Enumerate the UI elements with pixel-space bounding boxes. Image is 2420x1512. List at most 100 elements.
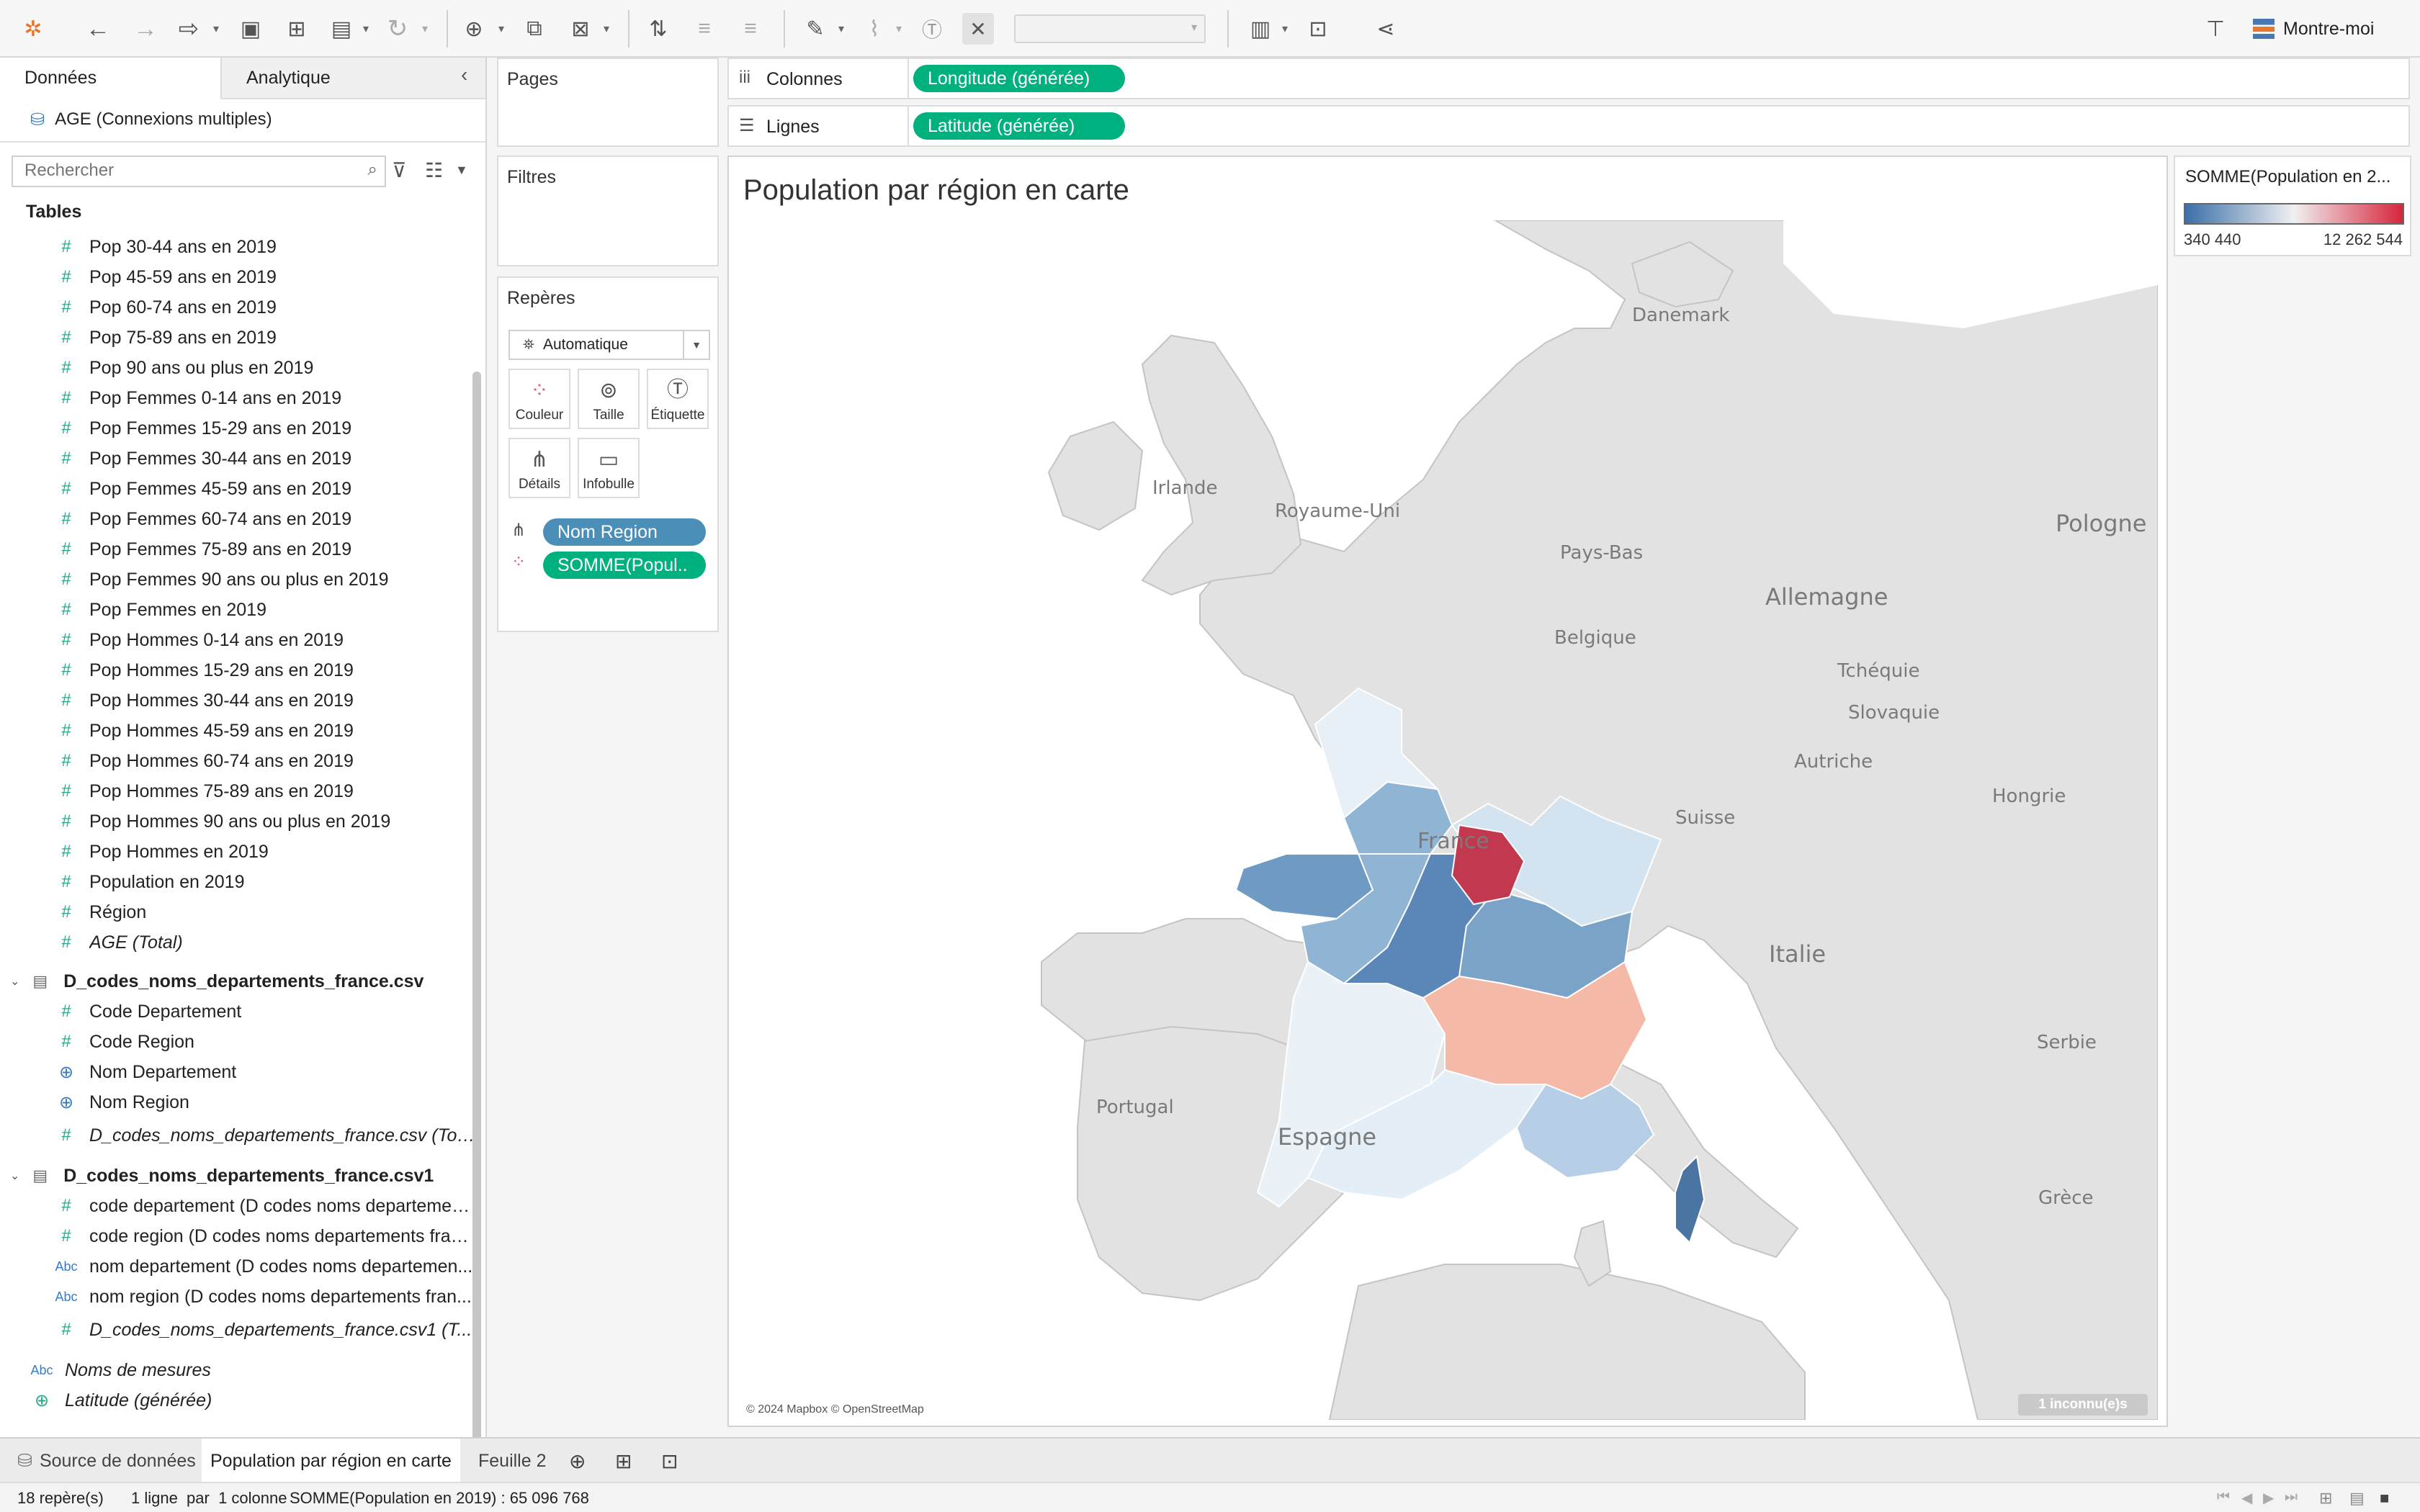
tab-view-icon[interactable]: ■ <box>2380 1489 2389 1508</box>
pin-icon[interactable]: ⊤ <box>2200 13 2231 45</box>
redo-icon[interactable]: → <box>130 13 161 45</box>
highlight-dropdown-icon[interactable]: ▾ <box>838 22 850 35</box>
map-canvas[interactable]: Danemark Irlande Royaume-Uni Pays-Bas Pologn… <box>739 220 2159 1421</box>
field-item[interactable]: # Code Region <box>0 1027 475 1057</box>
field-item[interactable]: ⊕ Nom Region <box>0 1087 475 1117</box>
table-header[interactable]: ⌄ ▤ D_codes_noms_departements_france.csv <box>0 966 475 996</box>
show-me-button[interactable]: Montre-moi <box>2253 16 2374 42</box>
show-labels-icon[interactable]: Ⓣ <box>916 13 948 45</box>
field-item[interactable]: Abc nom region (D codes noms departements… <box>0 1282 475 1312</box>
field-item[interactable]: # Pop Hommes 0-14 ans en 2019 <box>0 625 475 655</box>
field-item[interactable]: # Pop 60-74 ans en 2019 <box>0 292 475 323</box>
tableau-logo-icon[interactable]: ✲ <box>17 13 49 45</box>
field-item[interactable]: # Pop Femmes 30-44 ans en 2019 <box>0 444 475 474</box>
last-sheet-icon[interactable]: ⏭ <box>2285 1489 2298 1506</box>
duplicate-sheet-icon[interactable]: ⧉ <box>519 13 550 45</box>
new-worksheet-icon[interactable]: ⊕ <box>458 13 490 45</box>
chevron-down-icon[interactable]: ▼ <box>455 163 468 178</box>
columns-pill[interactable]: Longitude (générée) <box>913 65 1125 92</box>
detail-button[interactable]: ⋔ Détails <box>508 438 570 498</box>
field-item[interactable]: ⊕ Latitude (générée) <box>0 1385 475 1416</box>
search-input[interactable] <box>13 157 337 184</box>
presentation-mode-icon[interactable]: ⊡ <box>1302 13 1334 45</box>
field-item[interactable]: Abc Noms de mesures <box>0 1355 475 1385</box>
field-item[interactable]: # Pop Femmes 75-89 ans en 2019 <box>0 534 475 564</box>
new-worksheet-icon[interactable]: ⊕ <box>560 1439 594 1483</box>
field-item[interactable]: # D_codes_noms_departements_france.csv1 (… <box>0 1315 475 1345</box>
group-icon[interactable]: ⌇ <box>859 13 890 45</box>
pages-shelf[interactable]: Pages <box>497 58 719 147</box>
tab-datasource[interactable]: ⛁ Source de données <box>9 1439 205 1483</box>
search-field[interactable]: ⌕ <box>12 156 386 187</box>
fit-select[interactable]: ▾ <box>1014 14 1206 43</box>
field-item[interactable]: # Pop Femmes 45-59 ans en 2019 <box>0 474 475 504</box>
field-item[interactable]: # Pop Hommes 90 ans ou plus en 2019 <box>0 806 475 837</box>
columns-shelf[interactable]: iii Colonnes Longitude (générée) <box>727 58 2410 99</box>
field-item[interactable]: # Pop 75-89 ans en 2019 <box>0 323 475 353</box>
field-item[interactable]: # Pop Hommes 15-29 ans en 2019 <box>0 655 475 685</box>
label-button[interactable]: Ⓣ Étiquette <box>647 369 709 429</box>
field-item[interactable]: Abc nom departement (D codes noms departe… <box>0 1251 475 1282</box>
highlight-icon[interactable]: ✎ <box>799 13 831 45</box>
field-item[interactable]: # code region (D codes noms departements … <box>0 1221 475 1251</box>
field-item[interactable]: # Pop Femmes 90 ans ou plus en 2019 <box>0 564 475 595</box>
sort-descending-icon[interactable]: ≡ <box>735 13 766 45</box>
field-item[interactable]: # Pop Femmes 60-74 ans en 2019 <box>0 504 475 534</box>
color-button[interactable]: ⁘ Couleur <box>508 369 570 429</box>
new-story-icon[interactable]: ⊡ <box>653 1439 686 1483</box>
tab-sheet-population[interactable]: Population par région en carte <box>202 1439 460 1483</box>
rows-shelf[interactable]: ☰ Lignes Latitude (générée) <box>727 105 2410 147</box>
refresh-dropdown-icon[interactable]: ▾ <box>422 22 434 35</box>
swap-rows-columns-icon[interactable]: ⇅ <box>642 13 674 45</box>
size-button[interactable]: ⊚ Taille <box>578 369 640 429</box>
tab-sheet-2[interactable]: Feuille 2 <box>470 1439 555 1483</box>
replay-dropdown-icon[interactable]: ▾ <box>213 22 225 35</box>
tooltip-button[interactable]: ▭ Infobulle <box>578 438 640 498</box>
tab-data[interactable]: Données <box>0 58 220 99</box>
table-header[interactable]: ⌄ ▤ D_codes_noms_departements_france.csv1 <box>0 1161 475 1191</box>
field-item[interactable]: # Pop Hommes 75-89 ans en 2019 <box>0 776 475 806</box>
field-item[interactable]: # Pop 45-59 ans en 2019 <box>0 262 475 292</box>
filters-shelf[interactable]: Filtres <box>497 156 719 266</box>
field-item[interactable]: # Pop 30-44 ans en 2019 <box>0 232 475 262</box>
prev-sheet-icon[interactable]: ◀ <box>2241 1489 2252 1507</box>
view-list-icon[interactable]: ☷ <box>425 158 443 182</box>
field-item[interactable]: # Pop Hommes 30-44 ans en 2019 <box>0 685 475 716</box>
field-item[interactable]: # code departement (D codes noms departem… <box>0 1191 475 1221</box>
field-item[interactable]: # Pop Hommes 45-59 ans en 2019 <box>0 716 475 746</box>
field-item[interactable]: # Population en 2019 <box>0 867 475 897</box>
field-item[interactable]: ⊕ Nom Departement <box>0 1057 475 1087</box>
save-icon[interactable]: ▣ <box>235 13 266 45</box>
rows-pill[interactable]: Latitude (générée) <box>913 112 1125 140</box>
show-cards-dropdown-icon[interactable]: ▾ <box>1282 22 1294 35</box>
pause-updates-icon[interactable]: ▤ <box>326 13 357 45</box>
tab-analytics[interactable]: Analytique <box>220 58 485 99</box>
show-cards-icon[interactable]: ▥ <box>1245 13 1276 45</box>
field-item[interactable]: # D_codes_noms_departements_france.csv (T… <box>0 1120 475 1151</box>
field-item[interactable]: # Pop Femmes 15-29 ans en 2019 <box>0 413 475 444</box>
field-item[interactable]: # Pop 90 ans ou plus en 2019 <box>0 353 475 383</box>
field-item[interactable]: # Pop Femmes 0-14 ans en 2019 <box>0 383 475 413</box>
fix-axes-icon[interactable]: ✕ <box>962 13 994 45</box>
first-sheet-icon[interactable]: ⏮ <box>2217 1489 2230 1506</box>
filter-icon[interactable]: ⊽ <box>392 158 407 182</box>
color-legend[interactable]: SOMME(Population en 2... 340 440 12 262 … <box>2174 156 2411 256</box>
new-worksheet-dropdown-icon[interactable]: ▾ <box>498 22 510 35</box>
unknown-indicator[interactable]: 1 inconnu(e)s <box>2018 1394 2148 1416</box>
pause-dropdown-icon[interactable]: ▾ <box>363 22 375 35</box>
field-item[interactable]: # Pop Hommes 60-74 ans en 2019 <box>0 746 475 776</box>
collapse-pane-icon[interactable]: ‹ <box>461 63 467 86</box>
replay-icon[interactable]: ⇨ <box>173 13 205 45</box>
share-icon[interactable]: ⋖ <box>1370 13 1402 45</box>
new-datasource-icon[interactable]: ⊞ <box>281 13 313 45</box>
datasource-item[interactable]: ⛁ AGE (Connexions multiples) <box>30 105 477 134</box>
mark-pill-nom-region[interactable]: Nom Region <box>543 518 706 546</box>
field-item[interactable]: # Région <box>0 897 475 927</box>
field-item[interactable]: # Pop Femmes en 2019 <box>0 595 475 625</box>
filmstrip-view-icon[interactable]: ▤ <box>2349 1489 2365 1508</box>
field-item[interactable]: # Code Departement <box>0 996 475 1027</box>
sort-ascending-icon[interactable]: ≡ <box>689 13 720 45</box>
clear-sheet-icon[interactable]: ⊠ <box>565 13 596 45</box>
undo-icon[interactable]: ← <box>82 13 114 45</box>
next-sheet-icon[interactable]: ▶ <box>2263 1489 2274 1507</box>
